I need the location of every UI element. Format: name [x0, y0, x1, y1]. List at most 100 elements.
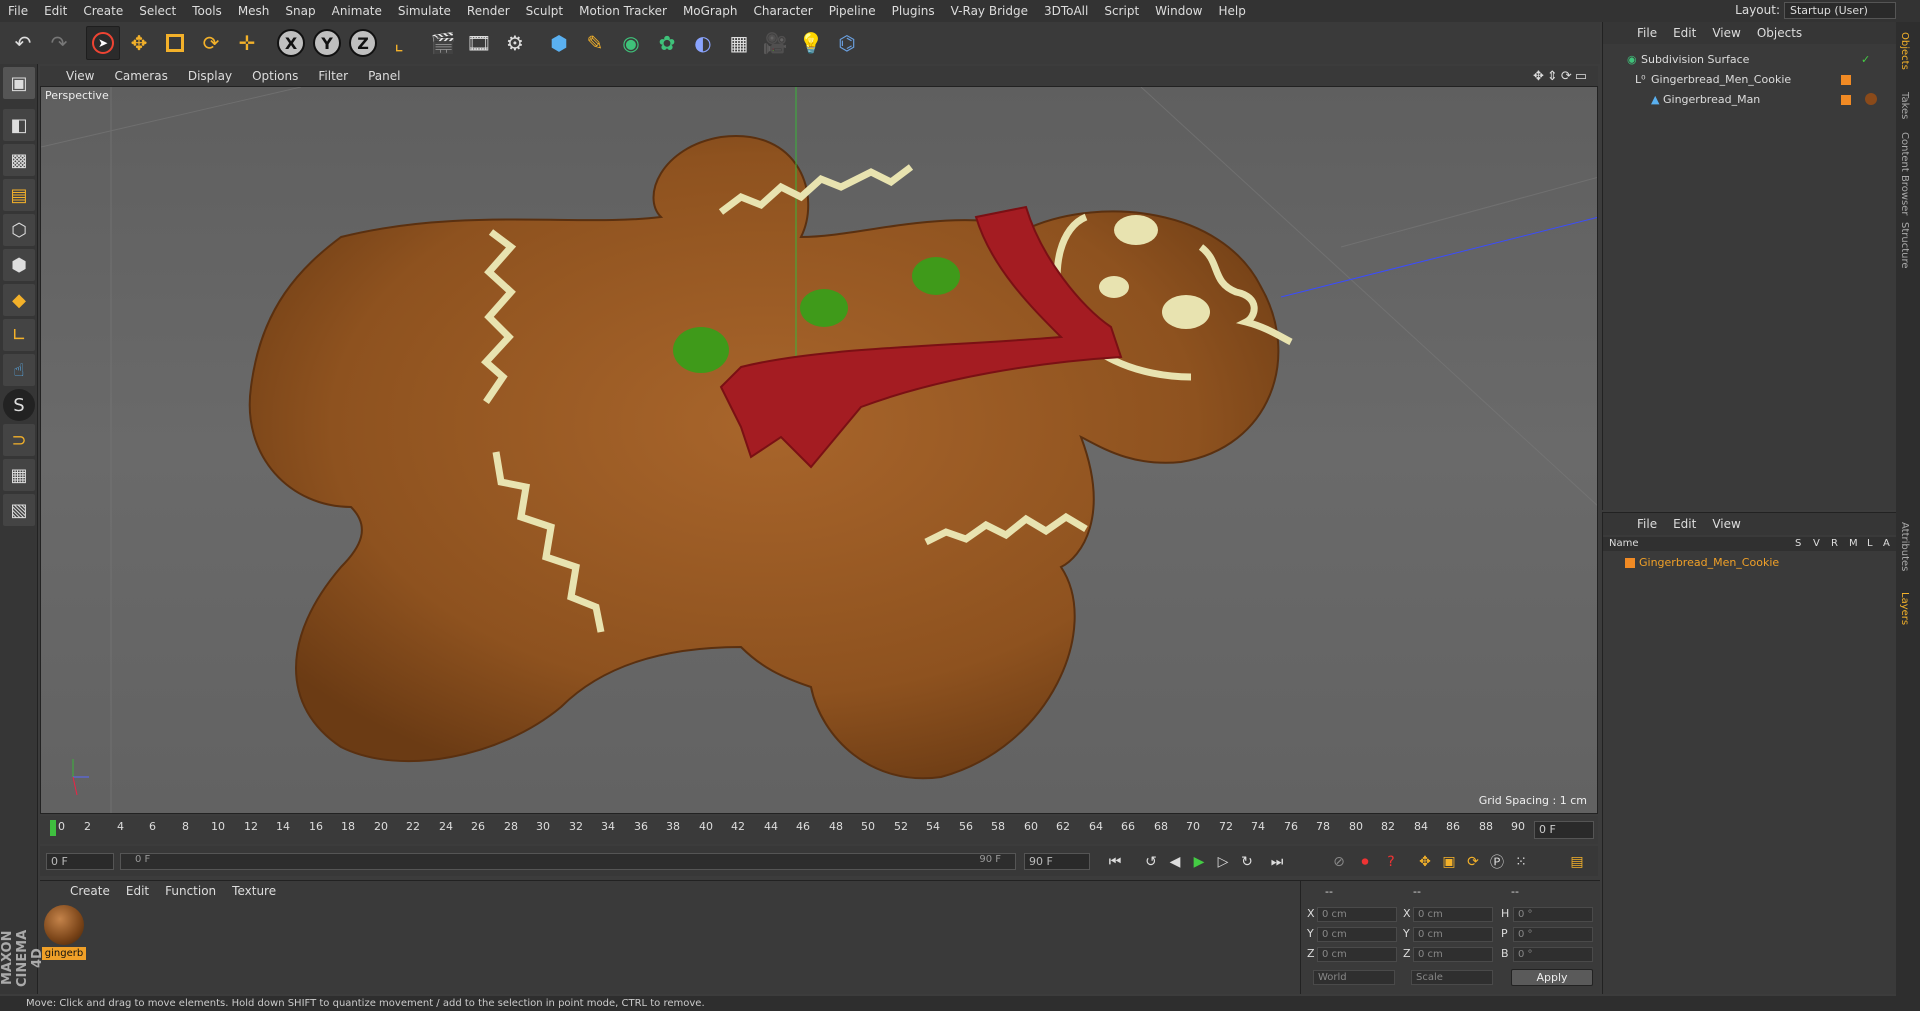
menu-pipeline[interactable]: Pipeline [821, 4, 884, 18]
menu-file[interactable]: File [0, 4, 36, 18]
viewport-navigation-icons[interactable]: ✥⇕⟳▭ [1533, 69, 1590, 84]
polygons-mode-icon[interactable]: ◆ [3, 284, 35, 316]
world-dropdown[interactable]: World [1313, 970, 1395, 985]
menu-window[interactable]: Window [1147, 4, 1210, 18]
magnet-icon[interactable]: ⊃ [3, 424, 35, 456]
h-rotation-field[interactable]: 0 ° [1513, 907, 1593, 922]
live-select-icon[interactable]: ✛ [230, 26, 264, 60]
render-picture-viewer-icon[interactable]: 🎞 [462, 26, 496, 60]
play-icon[interactable]: ▶ [1188, 851, 1210, 873]
menu-script[interactable]: Script [1096, 4, 1147, 18]
object-row-gingerbread-man[interactable]: ▲ Gingerbread_Man [1603, 90, 1897, 109]
side-tab-takes[interactable]: Takes [1899, 92, 1910, 119]
b-rotation-field[interactable]: 0 ° [1513, 947, 1593, 962]
timeline-playhead[interactable] [50, 820, 56, 836]
menu-character[interactable]: Character [745, 4, 820, 18]
layer-color-chip[interactable] [1841, 95, 1851, 105]
viewport-menu-filter[interactable]: Filter [308, 69, 358, 83]
previous-frame-icon[interactable]: ◀ [1164, 851, 1186, 873]
menu-tools[interactable]: Tools [184, 4, 230, 18]
timeline-window-icon[interactable]: ▤ [1566, 851, 1588, 873]
material-menu-create[interactable]: Create [62, 884, 118, 898]
python-icon[interactable]: ⌬ [830, 26, 864, 60]
menu-help[interactable]: Help [1210, 4, 1253, 18]
menu-snap[interactable]: Snap [277, 4, 323, 18]
key-parameter-icon[interactable]: Ⓟ [1486, 851, 1508, 873]
render-view-icon[interactable]: 🎬 [426, 26, 460, 60]
menu-edit[interactable]: Edit [36, 4, 75, 18]
texture-mode-icon[interactable]: ▩ [3, 144, 35, 176]
layer-color-chip[interactable] [1625, 558, 1635, 568]
z-size-field[interactable]: 0 cm [1413, 947, 1493, 962]
viewport-menu-display[interactable]: Display [178, 69, 242, 83]
object-menu-objects[interactable]: Objects [1749, 26, 1810, 40]
range-slider[interactable]: 0 F 90 F [120, 853, 1016, 870]
tweak-mode-icon[interactable]: ☝ [3, 354, 35, 386]
end-frame-field[interactable]: 90 F [1024, 853, 1090, 870]
autokey-icon[interactable]: ⏺ [1354, 851, 1376, 873]
undo-icon[interactable]: ↶ [6, 26, 40, 60]
side-tab-objects[interactable]: Objects [1899, 32, 1910, 70]
points-mode-icon[interactable]: ⬡ [3, 214, 35, 246]
next-key-icon[interactable]: ↻ [1236, 851, 1258, 873]
object-row-cookie[interactable]: L⁰ Gingerbread_Men_Cookie [1603, 70, 1897, 89]
material-menu-texture[interactable]: Texture [224, 884, 284, 898]
object-row-subdivision[interactable]: ◉ Subdivision Surface ✓ [1603, 50, 1897, 69]
y-size-field[interactable]: 0 cm [1413, 927, 1493, 942]
material-menu-function[interactable]: Function [157, 884, 224, 898]
snap-icon[interactable]: S [3, 389, 35, 421]
side-tab-structure[interactable]: Structure [1899, 222, 1910, 269]
viewport-menu-cameras[interactable]: Cameras [104, 69, 177, 83]
object-menu-file[interactable]: File [1629, 26, 1665, 40]
cloner-icon[interactable]: ✿ [650, 26, 684, 60]
render-settings-icon[interactable]: ⚙ [498, 26, 532, 60]
side-tab-attributes[interactable]: Attributes [1899, 522, 1910, 571]
camera-icon[interactable]: 🎥 [758, 26, 792, 60]
menu-vray-bridge[interactable]: V-Ray Bridge [943, 4, 1036, 18]
viewport-menu-view[interactable]: View [56, 69, 104, 83]
apply-button[interactable]: Apply [1511, 969, 1593, 986]
workplane-icon[interactable]: ▤ [3, 179, 35, 211]
menu-plugins[interactable]: Plugins [884, 4, 943, 18]
menu-simulate[interactable]: Simulate [390, 4, 459, 18]
object-menu-edit[interactable]: Edit [1665, 26, 1704, 40]
menu-mesh[interactable]: Mesh [230, 4, 278, 18]
p-rotation-field[interactable]: 0 ° [1513, 927, 1593, 942]
keyframe-selection-icon[interactable]: ? [1380, 851, 1402, 873]
light-icon[interactable]: 💡 [794, 26, 828, 60]
previous-key-icon[interactable]: ↺ [1140, 851, 1162, 873]
menu-motion-tracker[interactable]: Motion Tracker [571, 4, 675, 18]
spline-pen-icon[interactable]: ✎ [578, 26, 612, 60]
menu-select[interactable]: Select [131, 4, 184, 18]
go-to-end-icon[interactable]: ⏭ [1266, 851, 1288, 873]
start-frame-field[interactable]: 0 F [46, 853, 114, 870]
menu-render[interactable]: Render [459, 4, 518, 18]
viewport-menu-options[interactable]: Options [242, 69, 308, 83]
axis-mode-icon[interactable]: ∟ [3, 319, 35, 351]
viewport-menu-panel[interactable]: Panel [358, 69, 410, 83]
scale-dropdown[interactable]: Scale [1411, 970, 1493, 985]
menu-animate[interactable]: Animate [324, 4, 390, 18]
select-tool-icon[interactable]: ➤ [86, 26, 120, 60]
rotate-tool-icon[interactable]: ⟳ [194, 26, 228, 60]
cube-object-icon[interactable]: ⬢ [542, 26, 576, 60]
timeline-ruler[interactable]: 0 2 4 6 8 10 12 14 16 18 20 22 24 26 28 … [40, 816, 1598, 844]
menu-3dtoall[interactable]: 3DToAll [1036, 4, 1096, 18]
material-menu-edit[interactable]: Edit [118, 884, 157, 898]
record-active-icon[interactable]: ⊘ [1328, 851, 1350, 873]
y-position-field[interactable]: 0 cm [1317, 927, 1397, 942]
side-tab-layers[interactable]: Layers [1899, 592, 1910, 625]
move-tool-icon[interactable]: ✥ [122, 26, 156, 60]
layer-menu-file[interactable]: File [1629, 517, 1665, 531]
y-axis-toggle[interactable]: Y [310, 26, 344, 60]
make-editable-icon[interactable]: ▣ [3, 67, 35, 99]
next-frame-icon[interactable]: ▷ [1212, 851, 1234, 873]
go-to-start-icon[interactable]: ⏮ [1104, 851, 1126, 873]
material-swatch[interactable] [44, 905, 84, 945]
subdivision-icon[interactable]: ◉ [614, 26, 648, 60]
material-tag-icon[interactable] [1865, 93, 1877, 105]
z-position-field[interactable]: 0 cm [1317, 947, 1397, 962]
scale-tool-icon[interactable] [158, 26, 192, 60]
current-frame-field[interactable]: 0 F [1534, 821, 1594, 839]
menu-mograph[interactable]: MoGraph [675, 4, 746, 18]
